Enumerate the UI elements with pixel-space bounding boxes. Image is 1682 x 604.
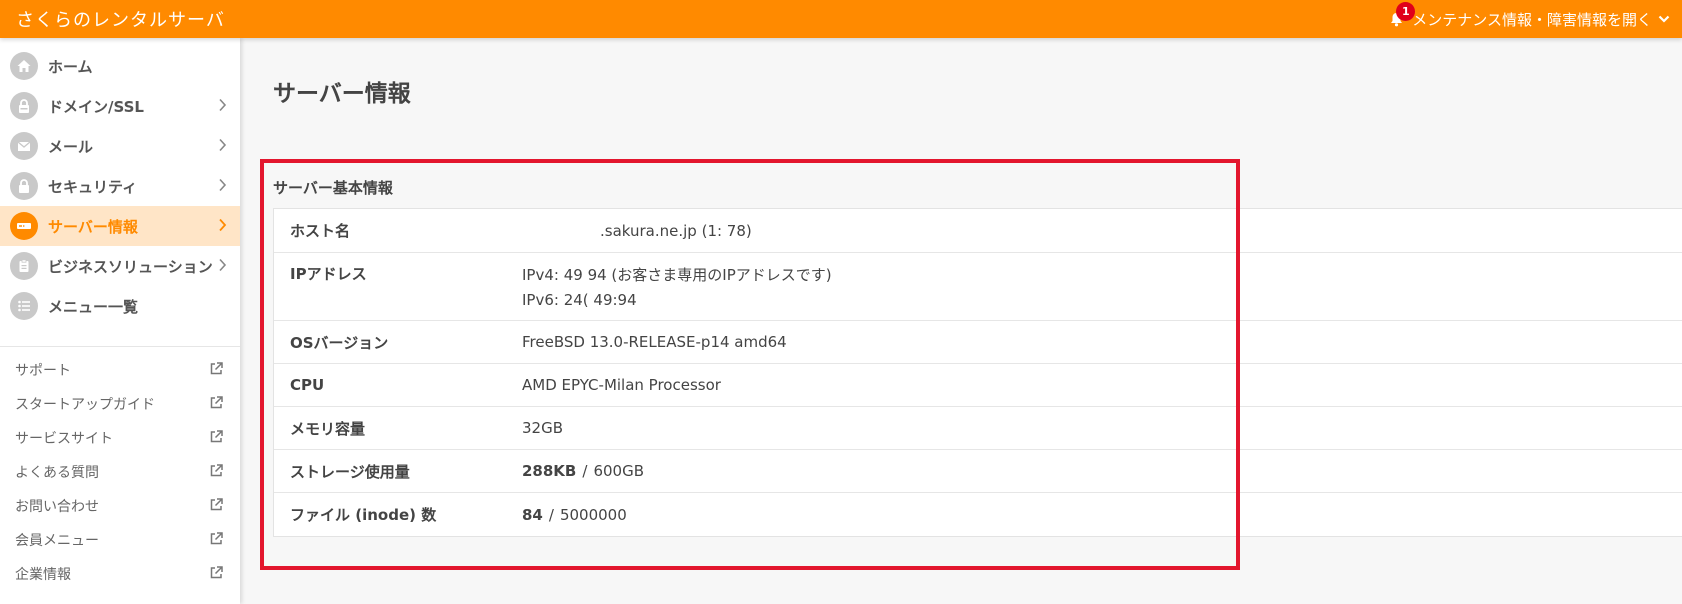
link-service-site[interactable]: サービスサイト	[0, 421, 240, 455]
link-support[interactable]: サポート	[0, 353, 240, 387]
page-title: サーバー情報	[273, 81, 411, 107]
link-label: サポート	[15, 363, 71, 379]
link-contact[interactable]: お問い合わせ	[0, 489, 240, 523]
highlight-frame	[260, 159, 1240, 570]
sidebar-item-menu-list[interactable]: メニュー一覧	[0, 286, 240, 326]
chevron-right-icon	[218, 218, 227, 236]
sidebar-item-business-solution[interactable]: ビジネスソリューション	[0, 246, 240, 286]
sidebar-item-label: メール	[48, 137, 94, 156]
external-link-icon	[209, 497, 224, 516]
link-company-info[interactable]: 企業情報	[0, 557, 240, 591]
sidebar-item-label: ビジネスソリューション	[48, 257, 213, 276]
list-icon	[10, 292, 38, 320]
sidebar-item-security[interactable]: セキュリティ	[0, 166, 240, 206]
home-icon	[10, 52, 38, 80]
sidebar-item-label: ドメイン/SSL	[48, 97, 144, 116]
external-link-icon	[209, 531, 224, 550]
link-faq[interactable]: よくある質問	[0, 455, 240, 489]
clipboard-icon	[10, 252, 38, 280]
chevron-right-icon	[218, 98, 227, 116]
external-link-icon	[209, 565, 224, 584]
sidebar-item-label: サーバー情報	[48, 217, 138, 236]
sidebar-item-label: メニュー一覧	[48, 297, 139, 316]
sidebar-item-home[interactable]: ホーム	[0, 46, 240, 86]
sidebar-item-server-info[interactable]: サーバー情報	[0, 206, 240, 246]
link-label: 会員メニュー	[15, 533, 99, 549]
link-label: スタートアップガイド	[15, 397, 155, 413]
chevron-down-icon	[1658, 10, 1670, 28]
bell-icon: 1	[1388, 2, 1416, 29]
external-link-icon	[209, 429, 224, 448]
chevron-right-icon	[218, 258, 227, 276]
link-label: 企業情報	[15, 567, 71, 583]
link-label: サービスサイト	[15, 431, 113, 447]
lock-icon	[10, 92, 38, 120]
sidebar-item-label: ホーム	[48, 57, 93, 76]
sidebar-item-mail[interactable]: メール	[0, 126, 240, 166]
sidebar-item-domain-ssl[interactable]: ドメイン/SSL	[0, 86, 240, 126]
sidebar-item-label: セキュリティ	[48, 177, 138, 196]
top-header: さくらのレンタルサーバ 1 メンテナンス情報・障害情報を開く	[0, 0, 1682, 38]
link-startup-guide[interactable]: スタートアップガイド	[0, 387, 240, 421]
padlock-icon	[10, 172, 38, 200]
chevron-right-icon	[218, 138, 227, 156]
link-label: よくある質問	[15, 465, 99, 481]
chevron-right-icon	[218, 178, 227, 196]
external-link-icon	[209, 395, 224, 414]
maintenance-label: メンテナンス情報・障害情報を開く	[1412, 10, 1652, 29]
external-link-icon	[209, 361, 224, 380]
external-link-icon	[209, 463, 224, 482]
link-member-menu[interactable]: 会員メニュー	[0, 523, 240, 557]
maintenance-toggle[interactable]: 1 メンテナンス情報・障害情報を開く	[1388, 2, 1670, 30]
brand-title[interactable]: さくらのレンタルサーバ	[16, 6, 225, 32]
mail-icon	[10, 132, 38, 160]
sidebar-divider	[0, 346, 240, 347]
server-icon	[10, 212, 38, 240]
link-label: お問い合わせ	[15, 499, 99, 515]
sidebar: ホーム ドメイン/SSL メール セキュリティ サーバー情報 ビジネスソリューシ…	[0, 38, 240, 604]
